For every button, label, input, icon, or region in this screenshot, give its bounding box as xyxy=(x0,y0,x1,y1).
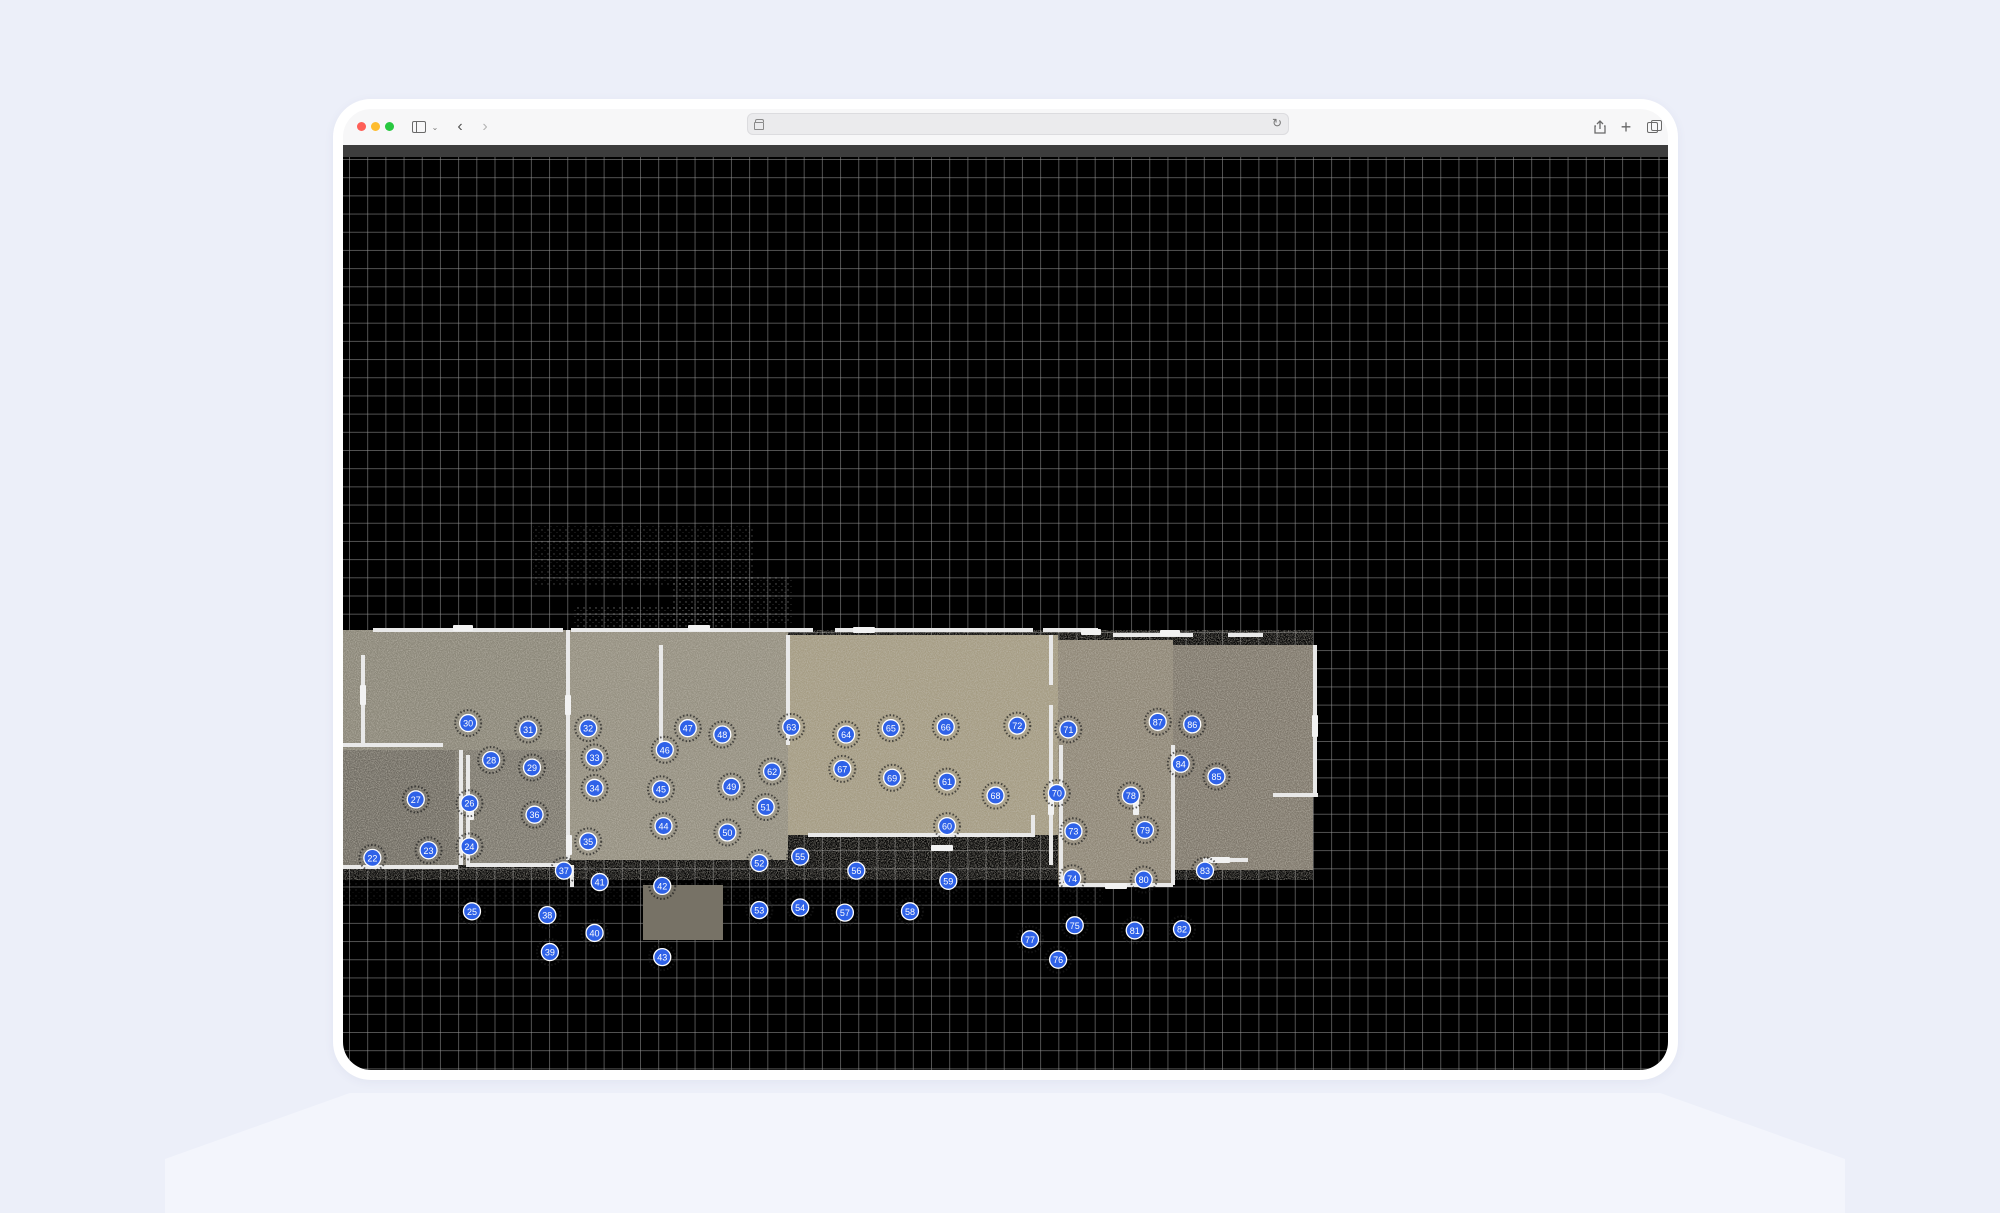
scan-marker-label: 76 xyxy=(1053,955,1063,965)
scan-marker-label: 25 xyxy=(467,907,477,917)
scan-marker-40[interactable]: 40 xyxy=(580,918,609,947)
scan-marker-label: 40 xyxy=(590,928,600,938)
scan-marker-label: 79 xyxy=(1140,825,1150,835)
scan-marker-label: 43 xyxy=(657,953,667,963)
scan-marker-label: 37 xyxy=(559,866,569,876)
scan-marker-label: 68 xyxy=(991,791,1001,801)
minimize-window-button[interactable] xyxy=(371,122,380,131)
scan-marker-label: 45 xyxy=(656,785,666,795)
scan-marker-label: 35 xyxy=(583,837,593,847)
scan-marker-label: 23 xyxy=(424,846,434,856)
scan-marker-label: 29 xyxy=(527,763,537,773)
chevron-left-icon[interactable]: ‹ xyxy=(453,118,467,136)
scan-marker-label: 83 xyxy=(1200,866,1210,876)
share-icon[interactable] xyxy=(1593,118,1607,136)
scan-marker-label: 64 xyxy=(841,730,851,740)
scan-marker-label: 26 xyxy=(464,799,474,809)
scan-marker-label: 60 xyxy=(942,822,952,832)
reload-icon[interactable]: ↻ xyxy=(1272,116,1282,130)
scan-marker-label: 38 xyxy=(542,911,552,921)
scan-marker-76[interactable]: 76 xyxy=(1044,945,1073,974)
scan-marker-label: 33 xyxy=(590,753,600,763)
sidebar-icon[interactable] xyxy=(411,118,427,136)
browser-toolbar: ⌄ ‹ › ↻ + xyxy=(343,109,1668,145)
scan-marker-label: 46 xyxy=(660,745,670,755)
scan-marker-label: 22 xyxy=(367,853,377,863)
scan-marker-label: 54 xyxy=(795,903,805,913)
scan-marker-label: 50 xyxy=(722,828,732,838)
scan-marker-label: 28 xyxy=(486,755,496,765)
tablet-frame: ⌄ ‹ › ↻ + 22 23 24 25 26 27 28 29 30 31 … xyxy=(333,99,1678,1080)
scan-marker-label: 44 xyxy=(659,822,669,832)
scan-marker-label: 47 xyxy=(683,724,693,734)
scan-marker-label: 57 xyxy=(840,908,850,918)
scan-marker-label: 62 xyxy=(767,767,777,777)
device-stand-shadow xyxy=(165,1093,1845,1213)
scan-marker-label: 80 xyxy=(1139,875,1149,885)
scan-marker-label: 66 xyxy=(941,722,951,732)
scan-marker-label: 84 xyxy=(1176,759,1186,769)
scan-marker-label: 65 xyxy=(886,724,896,734)
scan-marker-label: 67 xyxy=(837,764,847,774)
scan-marker-77[interactable]: 77 xyxy=(1016,925,1045,954)
plus-icon[interactable]: + xyxy=(1619,117,1633,137)
scan-marker-label: 48 xyxy=(717,730,727,740)
scan-marker-label: 71 xyxy=(1063,725,1073,735)
scan-marker-label: 51 xyxy=(761,803,771,813)
scan-marker-label: 70 xyxy=(1052,789,1062,799)
floorplan-map[interactable]: 22 23 24 25 26 27 28 29 30 31 32 33 34 35 36 37 38 39 40 41… xyxy=(343,145,1668,1070)
scan-marker-label: 59 xyxy=(943,876,953,886)
scan-marker-label: 61 xyxy=(942,777,952,787)
url-input[interactable] xyxy=(768,116,1262,134)
scan-marker-label: 63 xyxy=(786,722,796,732)
scan-marker-label: 78 xyxy=(1126,791,1136,801)
scan-marker-label: 77 xyxy=(1025,935,1035,945)
chevron-right-icon[interactable]: › xyxy=(478,118,492,136)
floorplan-viewer[interactable]: 22 23 24 25 26 27 28 29 30 31 32 33 34 35 36 37 38 39 40 41… xyxy=(343,145,1668,1070)
scan-marker-81[interactable]: 81 xyxy=(1120,916,1149,945)
scan-marker-label: 24 xyxy=(464,842,474,852)
maximize-window-button[interactable] xyxy=(385,122,394,131)
chevron-down-icon[interactable]: ⌄ xyxy=(431,118,439,136)
scan-marker-label: 58 xyxy=(905,907,915,917)
scan-marker-82[interactable]: 82 xyxy=(1167,915,1196,944)
scan-marker-label: 87 xyxy=(1153,717,1163,727)
scan-marker-label: 36 xyxy=(530,810,540,820)
scan-marker-label: 75 xyxy=(1070,921,1080,931)
scan-marker-label: 27 xyxy=(411,795,421,805)
address-bar[interactable]: ↻ xyxy=(747,113,1289,135)
scan-marker-label: 56 xyxy=(851,866,861,876)
scan-marker-label: 72 xyxy=(1012,721,1022,731)
scan-marker-label: 52 xyxy=(754,859,764,869)
scan-marker-label: 85 xyxy=(1211,772,1221,782)
scan-marker-label: 41 xyxy=(595,878,605,888)
scan-marker-75[interactable]: 75 xyxy=(1060,911,1089,940)
tabs-overview-icon[interactable] xyxy=(1645,118,1662,136)
site-info-icon[interactable] xyxy=(754,118,764,130)
scan-marker-label: 55 xyxy=(795,852,805,862)
scan-marker-label: 86 xyxy=(1187,720,1197,730)
scan-marker-label: 74 xyxy=(1067,874,1077,884)
scan-marker-label: 53 xyxy=(754,906,764,916)
scan-marker-label: 82 xyxy=(1177,925,1187,935)
scan-marker-label: 73 xyxy=(1068,827,1078,837)
scan-marker-38[interactable]: 38 xyxy=(533,901,562,930)
scan-marker-label: 42 xyxy=(657,881,667,891)
scan-marker-label: 31 xyxy=(523,725,533,735)
scan-marker-label: 39 xyxy=(545,948,555,958)
scan-marker-label: 32 xyxy=(583,724,593,734)
scan-marker-label: 34 xyxy=(590,783,600,793)
scan-marker-label: 81 xyxy=(1130,926,1140,936)
scan-marker-label: 30 xyxy=(463,719,473,729)
scan-marker-43[interactable]: 43 xyxy=(648,943,677,972)
scan-marker-label: 69 xyxy=(887,773,897,783)
scan-marker-39[interactable]: 39 xyxy=(535,938,564,967)
close-window-button[interactable] xyxy=(357,122,366,131)
scan-marker-label: 49 xyxy=(726,782,736,792)
